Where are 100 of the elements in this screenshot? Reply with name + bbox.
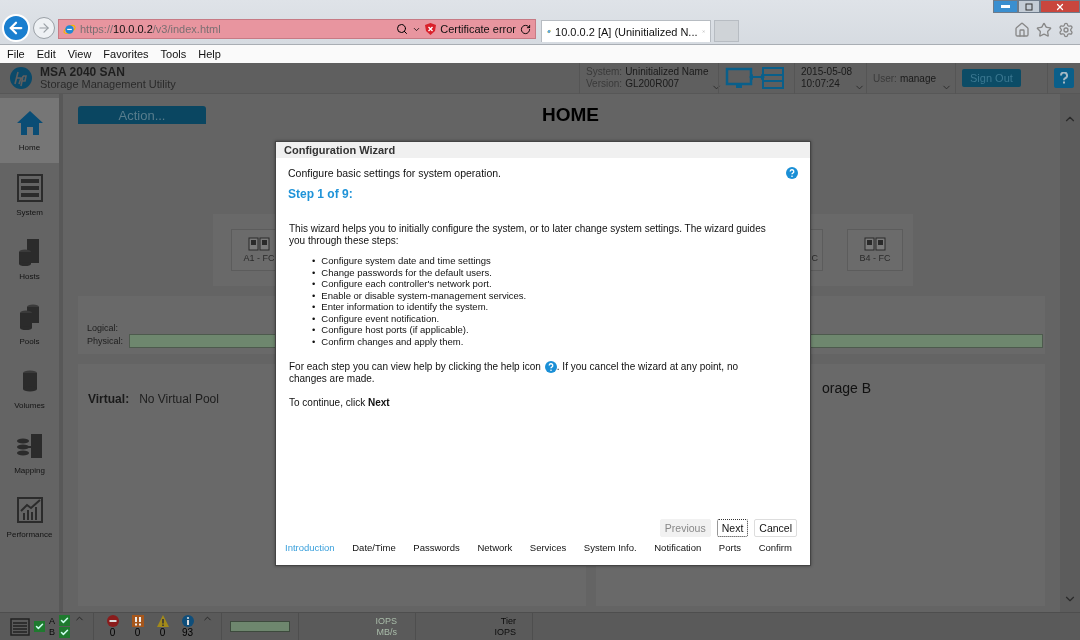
- bullet-marker: •: [312, 335, 316, 347]
- description-text: This wizard helps you to initially configure the system, or to later change system settings. The wizard guides you through these steps:: [289, 223, 767, 247]
- wizard-step-tab[interactable]: Network: [477, 542, 513, 553]
- menu-item[interactable]: Tools: [160, 48, 187, 60]
- page-title: HOME: [542, 104, 599, 126]
- star-icon[interactable]: [1036, 22, 1052, 38]
- restore-button[interactable]: [1018, 0, 1040, 13]
- virtual-label: Virtual:: [88, 392, 130, 406]
- logical-label: Logical:: [87, 322, 119, 334]
- step-bullet: Change passwords for the default users.: [321, 266, 492, 278]
- event-count: 0: [159, 627, 166, 638]
- step-bullet: Enable or disable system-management services.: [321, 289, 527, 301]
- settings-icon[interactable]: [1058, 22, 1074, 38]
- help-button[interactable]: [1054, 68, 1074, 88]
- bullet-marker: •: [312, 324, 316, 336]
- arrow-right-icon: [37, 21, 51, 35]
- info-icon: [181, 615, 194, 627]
- shield-icon: [425, 23, 437, 35]
- bullet-marker: •: [312, 255, 316, 267]
- step-bullet: Configure each controller's network port.: [321, 278, 492, 290]
- wizard-step-tab[interactable]: Passwords: [413, 542, 460, 553]
- bullet-marker: •: [312, 278, 316, 290]
- minimize-button[interactable]: [993, 0, 1018, 13]
- menu-item[interactable]: View: [67, 48, 92, 60]
- logo-icon: [10, 67, 32, 89]
- step-heading: Step 1 of 9:: [288, 187, 354, 201]
- controller-a-label: A: [49, 615, 55, 627]
- minimize-icon: [1001, 5, 1010, 8]
- iops-label: IOPS: [375, 615, 397, 627]
- home-icon[interactable]: [1014, 22, 1030, 38]
- enclosure-icon[interactable]: [10, 617, 30, 636]
- chart-icon: [14, 495, 45, 526]
- search-icon[interactable]: [396, 23, 409, 35]
- refresh-icon[interactable]: [520, 23, 531, 35]
- bullet-marker: •: [312, 266, 316, 278]
- mbps-label: MB/s: [376, 626, 397, 638]
- bullet-marker: •: [312, 312, 316, 324]
- browser-icon: [63, 22, 76, 36]
- scrollbar[interactable]: [1060, 94, 1080, 612]
- help-text: For each step you can view help by clicking the help icon: [289, 361, 541, 373]
- help-icon[interactable]: [786, 167, 798, 179]
- wizard-button[interactable]: Next: [716, 519, 749, 537]
- wizard-step-tab[interactable]: Confirm: [758, 542, 792, 553]
- wizard-step-tab[interactable]: Date/Time: [352, 542, 396, 553]
- port-icon: [864, 237, 886, 251]
- menu-item[interactable]: Favorites: [103, 48, 149, 60]
- error-icon: [131, 615, 144, 627]
- sidebar-item[interactable]: Home: [0, 98, 59, 163]
- event-count: 93: [181, 627, 194, 638]
- intro-text: Configure basic settings for system operation.: [288, 167, 502, 179]
- iops-label: IOPS: [494, 626, 516, 638]
- step-bullet: Configure system date and time settings: [321, 255, 491, 267]
- menu-item[interactable]: File: [7, 48, 25, 60]
- version-value: GL200R007: [625, 78, 680, 90]
- server-rack-icon: [14, 172, 45, 203]
- user-name: manage: [899, 72, 937, 84]
- wizard-step-tab[interactable]: Services: [529, 542, 567, 553]
- wizard-step-tab[interactable]: Ports: [718, 542, 742, 553]
- forward-button[interactable]: [33, 17, 55, 39]
- browser-tab[interactable]: 10.0.0.2 [A] (Uninitialized N...: [541, 20, 711, 42]
- menu-item[interactable]: Edit: [36, 48, 56, 60]
- check-icon: [59, 627, 70, 638]
- step-bullet: Confirm changes and apply them.: [321, 335, 464, 347]
- step-bullet: Enter information to identify the system.: [321, 301, 489, 313]
- time-text: 10:07:24: [801, 78, 841, 90]
- help-text: changes are made.: [289, 373, 376, 385]
- check-icon: [34, 621, 45, 632]
- check-icon: [59, 615, 70, 626]
- wizard-step-tab[interactable]: System Info.: [583, 542, 637, 553]
- event-count: 0: [109, 627, 116, 638]
- question-mark-icon: [1060, 72, 1068, 84]
- bullet-marker: •: [312, 301, 316, 313]
- address-bar[interactable]: https://10.0.0.2/v3/index.html Certificate error: [58, 19, 536, 39]
- activity-bar: [230, 621, 290, 632]
- system-value: Uninitialized Name: [625, 66, 709, 78]
- certificate-error-text[interactable]: Certificate error: [440, 23, 516, 35]
- warning-icon: [156, 615, 169, 627]
- wizard-step-tab[interactable]: Notification: [654, 542, 702, 553]
- port-icon: [248, 237, 270, 251]
- virtual-value: No Virtual Pool: [139, 392, 219, 406]
- url-text: https://10.0.0.2/v3/index.html: [80, 23, 222, 35]
- back-button[interactable]: [2, 14, 30, 42]
- close-button[interactable]: [1040, 0, 1080, 13]
- continue-text: To continue, click Next: [289, 397, 391, 408]
- wizard-button[interactable]: Cancel: [754, 519, 797, 537]
- step-bullet: Configure event notification.: [321, 312, 440, 324]
- tier-label: Tier: [500, 615, 516, 627]
- help-icon[interactable]: [544, 361, 557, 373]
- controller-b-label: B: [49, 626, 55, 638]
- date-text: 2015-05-08: [801, 66, 853, 78]
- dialog-title: Configuration Wizard: [276, 142, 810, 158]
- event-count: 0: [134, 627, 141, 638]
- product-name: MSA 2040 SAN: [40, 66, 126, 78]
- physical-label: Physical:: [87, 335, 123, 347]
- help-text: . If you cancel the wizard at any point, no: [556, 361, 739, 373]
- new-tab-button[interactable]: [714, 20, 739, 42]
- step-bullet: Configure host ports (if applicable).: [321, 324, 469, 336]
- bullet-marker: •: [312, 289, 316, 301]
- storage-title: orage B: [822, 380, 872, 396]
- menu-item[interactable]: Help: [198, 48, 221, 60]
